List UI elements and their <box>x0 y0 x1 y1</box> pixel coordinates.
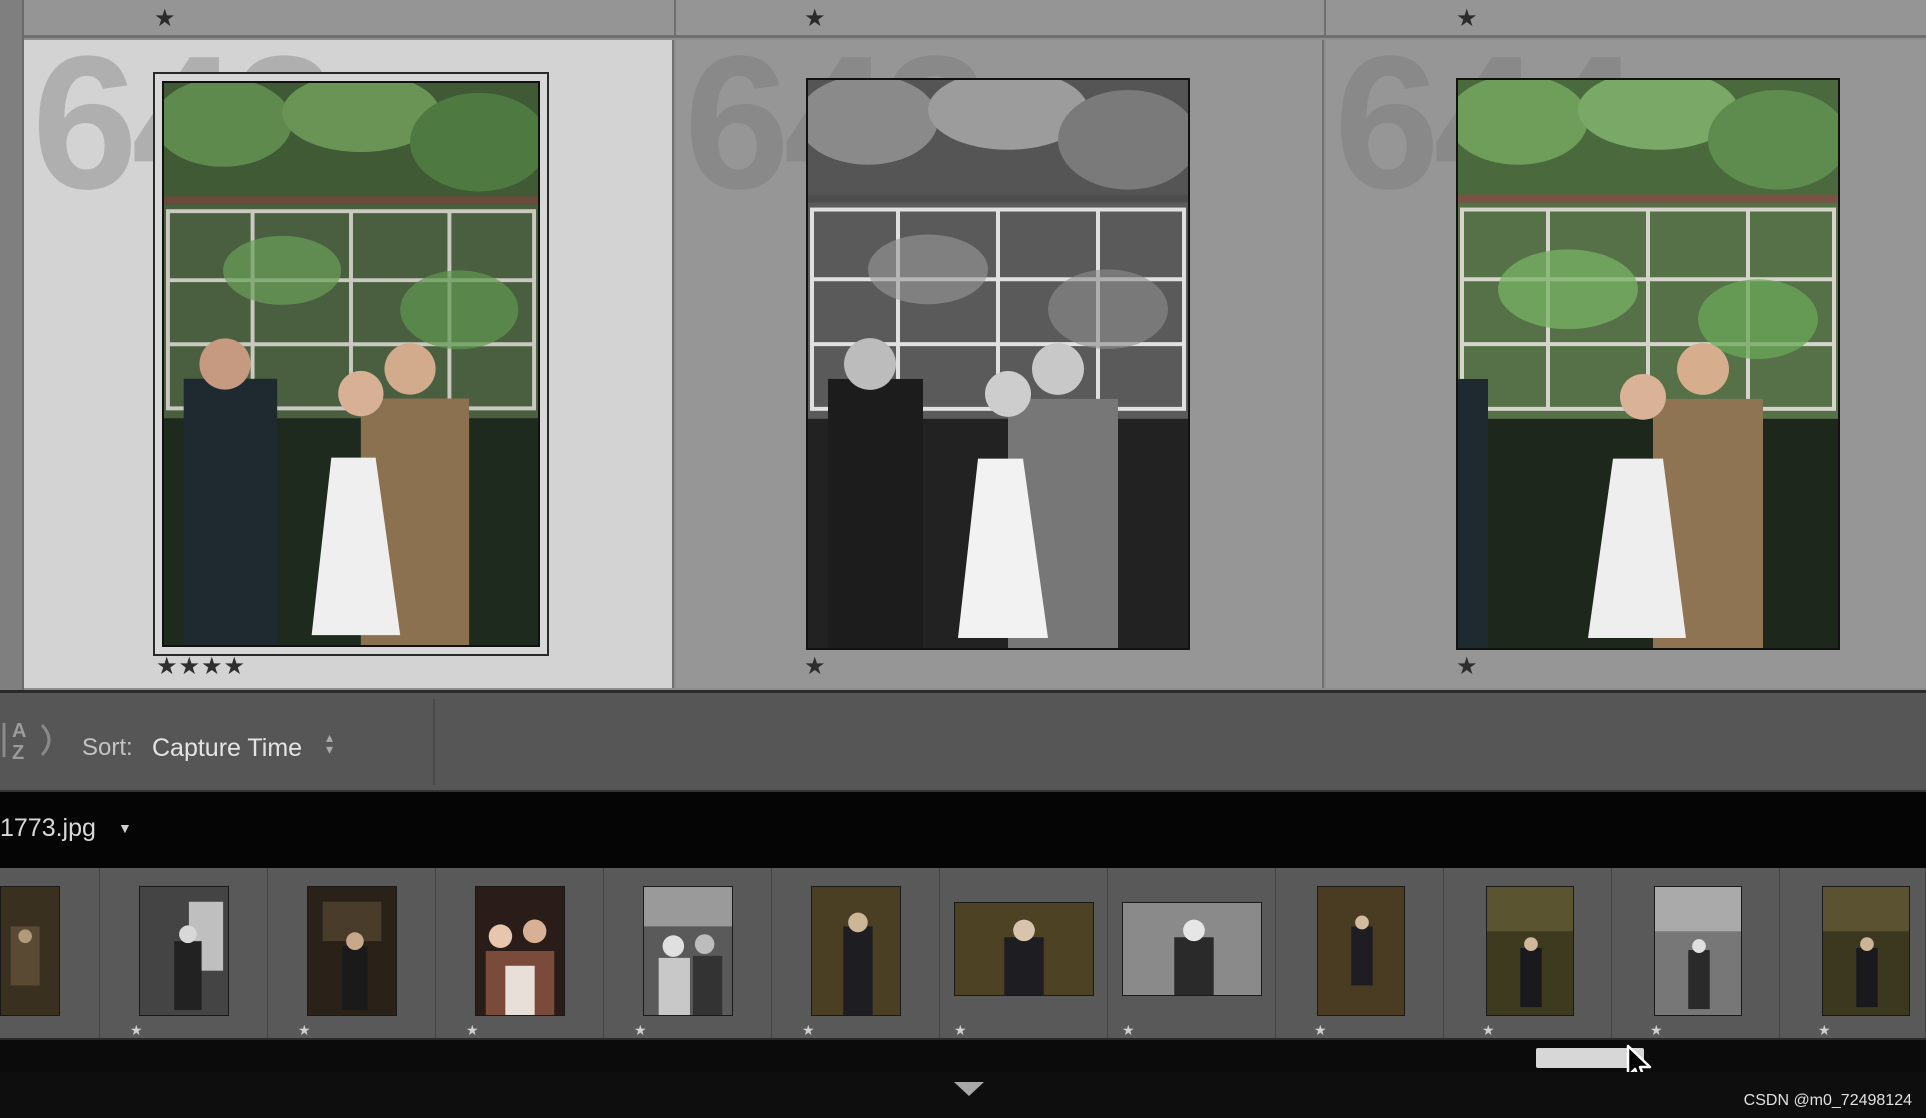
grid-cell[interactable]: 643 <box>676 40 1324 688</box>
column-header-3: ★ <box>1324 0 1926 38</box>
filmstrip-thumb[interactable]: ★ <box>436 868 604 1038</box>
filmstrip-thumb[interactable]: ★ <box>940 868 1108 1038</box>
thumbnail-image <box>1317 886 1405 1016</box>
thumbnail-image <box>1654 886 1742 1016</box>
photo-frame <box>1456 78 1840 650</box>
thumbnail-image <box>307 886 397 1016</box>
column-header-1: ★ <box>24 0 674 38</box>
thumb-rating[interactable]: ★ <box>298 1022 311 1039</box>
grid-left-edge <box>0 0 24 690</box>
photo-thumbnail[interactable] <box>806 78 1190 650</box>
wedding-photo-bw <box>808 80 1188 648</box>
up-down-arrows-icon[interactable]: ▴ ▾ <box>326 730 333 756</box>
thumb-rating[interactable]: ★ <box>1818 1022 1831 1039</box>
thumb-rating[interactable]: ★ <box>954 1022 967 1039</box>
library-grid: ★ ★ ★ 642 <box>0 0 1926 690</box>
grid-cell[interactable]: 644 <box>1326 40 1926 688</box>
thumbnail-image <box>1486 886 1574 1016</box>
thumb-rating[interactable]: ★ <box>130 1022 143 1039</box>
triangle-down-icon[interactable] <box>954 1082 984 1096</box>
svg-text:A: A <box>12 720 26 742</box>
caret-down-icon[interactable]: ▼ <box>118 820 132 836</box>
thumb-rating[interactable]: ★ <box>1122 1022 1135 1039</box>
photo-rating[interactable]: ★ <box>1456 652 1479 681</box>
thumb-rating[interactable]: ★ <box>802 1022 815 1039</box>
column-header-2: ★ <box>674 0 1324 38</box>
filmstrip-thumb[interactable]: ★ <box>1108 868 1276 1038</box>
thumbnail-image <box>1822 886 1910 1016</box>
filmstrip-thumb[interactable]: ★ <box>604 868 772 1038</box>
thumbnail-image <box>1122 902 1262 996</box>
thumbnail-image <box>954 902 1094 996</box>
thumb-rating[interactable]: ★ <box>1650 1022 1663 1039</box>
header-rating[interactable]: ★ <box>804 4 826 33</box>
sort-select[interactable]: Capture Time <box>152 734 302 763</box>
thumbnail-image <box>811 886 901 1016</box>
svg-text:Z: Z <box>12 742 24 764</box>
filmstrip-thumb[interactable] <box>0 868 100 1038</box>
grid-cell-selected[interactable]: 642 <box>24 40 674 688</box>
thumbnail-image <box>139 886 229 1016</box>
photo-thumbnail[interactable] <box>1456 78 1840 650</box>
sort-label: Sort: <box>82 734 133 761</box>
filmstrip-thumb[interactable]: ★ <box>268 868 436 1038</box>
watermark: CSDN @m0_72498124 <box>1743 1092 1912 1109</box>
thumb-rating[interactable]: ★ <box>1482 1022 1495 1039</box>
filmstrip-thumb[interactable]: ★ <box>1780 868 1926 1038</box>
photo-thumbnail[interactable] <box>162 81 540 647</box>
wedding-photo-color <box>1458 80 1838 648</box>
photo-selection-frame <box>153 72 549 656</box>
library-toolbar: A Z Sort: Capture Time ▴ ▾ <box>0 690 1926 790</box>
filmstrip-thumb[interactable]: ★ <box>1276 868 1444 1038</box>
wedding-photo-color <box>164 83 538 645</box>
header-rating[interactable]: ★ <box>1456 4 1478 33</box>
bottom-bar: CSDN @m0_72498124 <box>0 1072 1926 1118</box>
thumb-rating[interactable]: ★ <box>466 1022 479 1039</box>
filmstrip: ★ ★ ★ ★ ★ ★ ★ ★ ★ ★ ★ <box>0 868 1926 1038</box>
filmstrip-thumb[interactable]: ★ <box>100 868 268 1038</box>
filmstrip-header: 1773.jpg ▼ <box>0 790 1926 868</box>
filmstrip-thumb[interactable]: ★ <box>1444 868 1612 1038</box>
thumbnail-image <box>643 886 733 1016</box>
thumb-rating[interactable]: ★ <box>634 1022 647 1039</box>
photo-frame <box>806 78 1190 650</box>
thumbnail-image <box>475 886 565 1016</box>
filmstrip-thumb[interactable]: ★ <box>772 868 940 1038</box>
az-sort-icon[interactable]: A Z <box>0 715 62 765</box>
filmstrip-filename[interactable]: 1773.jpg <box>0 814 96 843</box>
photo-rating[interactable]: ★ <box>804 652 827 681</box>
thumb-rating[interactable]: ★ <box>1314 1022 1327 1039</box>
filmstrip-thumb[interactable]: ★ <box>1612 868 1780 1038</box>
toolbar-divider <box>433 699 435 785</box>
thumbnail-image <box>0 886 60 1016</box>
header-rating[interactable]: ★ <box>154 4 176 33</box>
photo-rating[interactable]: ★★★★ <box>156 652 246 681</box>
